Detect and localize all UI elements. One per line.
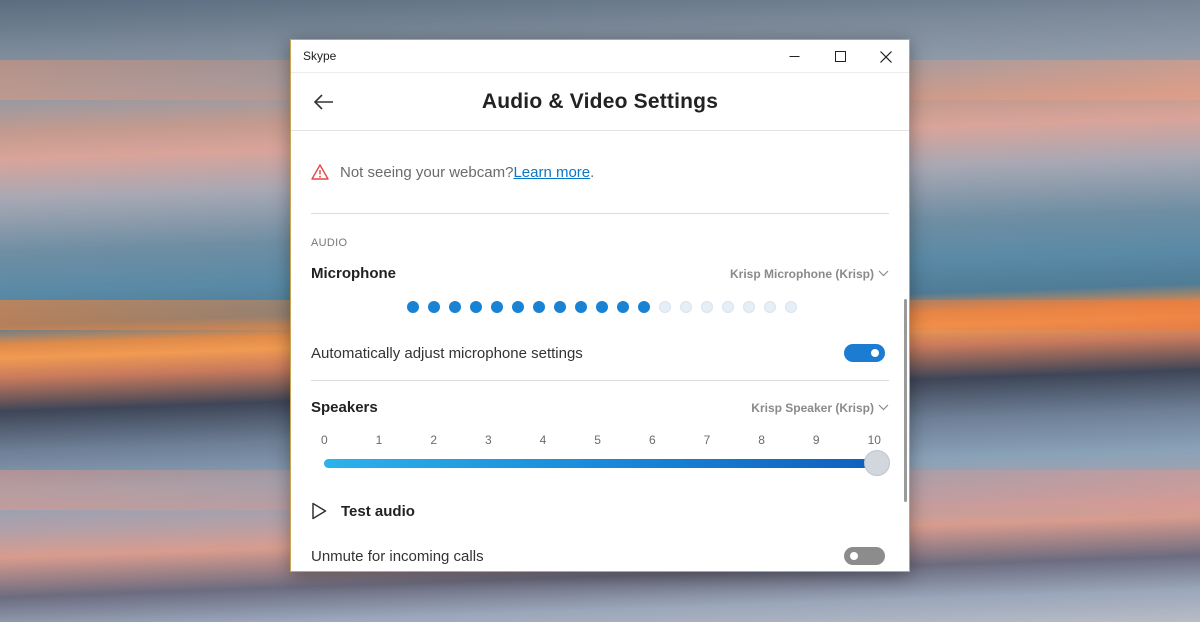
meter-dot [701, 301, 713, 313]
test-audio-label: Test audio [341, 502, 415, 520]
volume-tick-label: 6 [648, 433, 656, 447]
volume-tick-label: 3 [484, 433, 492, 447]
toggle-knob [871, 349, 879, 357]
meter-dot [449, 301, 461, 313]
unmute-incoming-toggle[interactable] [844, 547, 885, 565]
window-title: Skype [303, 49, 337, 63]
meter-dot [743, 301, 755, 313]
speakers-device-select[interactable]: Krisp Speaker (Krisp) [751, 401, 889, 415]
meter-dot [764, 301, 776, 313]
meter-dot [428, 301, 440, 313]
play-icon [312, 502, 327, 520]
volume-tick-label: 10 [867, 433, 881, 447]
meter-dot [491, 301, 503, 313]
notice-period: . [590, 163, 595, 181]
microphone-row: Microphone Krisp Microphone (Krisp) [311, 265, 889, 282]
speaker-volume-slider[interactable] [311, 450, 890, 476]
arrow-left-icon [313, 94, 333, 110]
toggle-knob [850, 552, 858, 560]
meter-dot [407, 301, 419, 313]
settings-content: Not seeing your webcam? Learn more. AUDI… [291, 131, 909, 565]
microphone-level-meter [315, 301, 889, 313]
audio-section-title: AUDIO [311, 237, 348, 249]
auto-adjust-toggle[interactable] [844, 344, 885, 362]
speakers-label: Speakers [311, 399, 378, 416]
close-icon [880, 50, 892, 63]
divider [311, 380, 889, 381]
page-title: Audio & Video Settings [481, 89, 719, 113]
window-controls [771, 40, 909, 73]
notice-text: Not seeing your webcam? [340, 163, 514, 181]
volume-tick-label: 7 [703, 433, 711, 447]
minimize-icon [789, 56, 799, 57]
microphone-label: Microphone [311, 265, 396, 282]
back-button[interactable] [313, 92, 335, 112]
learn-more-link[interactable]: Learn more [513, 164, 590, 181]
volume-tick-label: 0 [321, 433, 328, 447]
speakers-row: Speakers Krisp Speaker (Krisp) [311, 399, 889, 416]
auto-adjust-row: Automatically adjust microphone settings [311, 344, 889, 362]
volume-tick-label: 1 [375, 433, 383, 447]
warning-icon [311, 164, 329, 180]
meter-dot [617, 301, 629, 313]
meter-dot [470, 301, 482, 313]
meter-dot [575, 301, 587, 313]
meter-dot [596, 301, 608, 313]
microphone-device-value: Krisp Microphone (Krisp) [729, 266, 874, 281]
meter-dot [554, 301, 566, 313]
meter-dot [659, 301, 671, 313]
skype-settings-window: Skype Audio & Video Settings Not seeing … [290, 39, 910, 572]
meter-dot [680, 301, 692, 313]
test-audio-button[interactable]: Test audio [311, 502, 889, 520]
close-button[interactable] [863, 40, 909, 73]
meter-dot [785, 301, 797, 313]
volume-tick-label: 4 [539, 433, 547, 447]
speakers-device-value: Krisp Speaker (Krisp) [751, 400, 874, 415]
scrollbar[interactable] [904, 299, 907, 502]
volume-tick-labels: 0 1 2 3 4 5 6 7 8 9 10 [311, 433, 889, 447]
settings-header: Audio & Video Settings [291, 73, 909, 131]
chevron-down-icon [878, 404, 889, 411]
webcam-notice: Not seeing your webcam? Learn more. [311, 131, 889, 214]
unmute-incoming-label: Unmute for incoming calls [311, 547, 484, 565]
auto-adjust-label: Automatically adjust microphone settings [311, 344, 583, 362]
minimize-button[interactable] [771, 40, 817, 73]
volume-tick-label: 9 [812, 433, 820, 447]
slider-fill [324, 459, 877, 468]
maximize-button[interactable] [817, 40, 863, 73]
meter-dot [722, 301, 734, 313]
volume-tick-label: 8 [758, 433, 765, 447]
volume-tick-label: 2 [430, 433, 437, 447]
meter-dot [512, 301, 524, 313]
maximize-icon [834, 51, 846, 62]
volume-tick-label: 5 [594, 433, 601, 447]
title-bar[interactable]: Skype [291, 40, 909, 73]
meter-dot [638, 301, 650, 313]
chevron-down-icon [878, 270, 889, 277]
microphone-device-select[interactable]: Krisp Microphone (Krisp) [730, 267, 889, 281]
meter-dot [533, 301, 545, 313]
slider-track[interactable] [324, 450, 890, 476]
unmute-incoming-row: Unmute for incoming calls [311, 547, 889, 565]
slider-thumb[interactable] [864, 450, 890, 476]
